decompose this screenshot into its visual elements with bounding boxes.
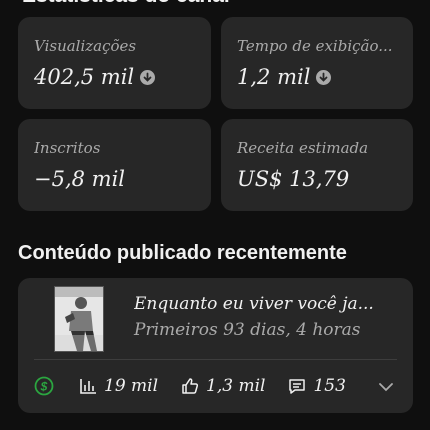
video-title[interactable]: Enquanto eu viver você ja... xyxy=(134,294,404,314)
stat-label: Receita estimada xyxy=(237,139,369,157)
stat-label: Inscritos xyxy=(34,139,101,157)
chevron-down-icon xyxy=(379,383,393,392)
recent-content-title: Conteúdo publicado recentemente xyxy=(18,242,347,264)
channel-stats-title: Estatísticas do canal xyxy=(22,0,230,8)
stat-card-views[interactable]: Visualizações 402,5 mil xyxy=(18,17,211,109)
bar-chart-icon xyxy=(80,379,96,394)
video-stats-row: $ 19 mil 1,3 mil 153 xyxy=(34,374,368,398)
dollar-circle-icon: $ xyxy=(34,376,54,396)
thumbs-up-icon xyxy=(182,378,199,394)
video-likes: 1,3 mil xyxy=(180,376,265,396)
stat-label: Tempo de exibição... xyxy=(237,37,393,55)
stat-label: Visualizações xyxy=(34,37,137,55)
divider xyxy=(34,359,397,360)
stat-value: −5,8 mil xyxy=(34,167,126,191)
video-comments: 153 xyxy=(287,376,346,396)
video-views: 19 mil xyxy=(78,376,158,396)
monetization-status: $ xyxy=(34,376,60,396)
arrow-down-circle-icon xyxy=(140,69,156,85)
expand-chevron-button[interactable] xyxy=(377,378,395,400)
recent-video-card[interactable]: Enquanto eu viver você ja... Primeiros 9… xyxy=(18,278,413,413)
stat-card-subscribers[interactable]: Inscritos −5,8 mil xyxy=(18,119,211,211)
stat-value: 402,5 mil xyxy=(34,65,156,89)
stat-value: 1,2 mil xyxy=(237,65,332,89)
stat-card-watch-time[interactable]: Tempo de exibição... 1,2 mil xyxy=(221,17,413,109)
stat-card-revenue[interactable]: Receita estimada US$ 13,79 xyxy=(221,119,413,211)
arrow-down-circle-icon xyxy=(316,69,332,85)
video-thumbnail[interactable] xyxy=(54,286,104,352)
comment-icon xyxy=(289,379,306,394)
stat-value: US$ 13,79 xyxy=(237,167,350,191)
video-age: Primeiros 93 dias, 4 horas xyxy=(134,320,361,340)
svg-text:$: $ xyxy=(40,380,48,394)
